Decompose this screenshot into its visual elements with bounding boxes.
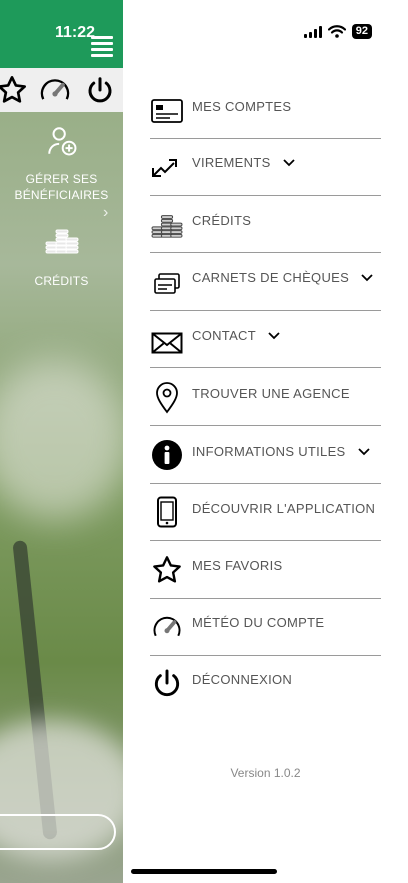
divider [150, 367, 381, 368]
menu-item-decouvrir-application[interactable]: DÉCOUVRIR L'APPLICATION [150, 484, 381, 541]
envelope-icon [150, 326, 184, 360]
app-version: Version 1.0.2 [230, 766, 301, 780]
chevron-down-icon[interactable] [268, 332, 280, 340]
cheques-icon [150, 267, 184, 301]
beneficiaries-shortcut[interactable]: GÉRER SES BÉNÉFICIAIRES [0, 124, 123, 203]
hamburger-menu-icon[interactable] [91, 36, 113, 60]
home-indicator[interactable] [131, 869, 277, 874]
menu-item-label: VIREMENTS [192, 155, 295, 170]
star-icon[interactable] [0, 74, 28, 106]
cellular-signal-icon [303, 25, 322, 38]
battery-indicator: 92 [351, 24, 372, 39]
menu-item-carnets-de-cheques[interactable]: CARNETS DE CHÈQUES [150, 254, 381, 311]
info-icon [150, 438, 184, 472]
phone-icon [150, 495, 184, 529]
chevron-down-icon[interactable] [361, 274, 373, 282]
menu-item-credits[interactable]: CRÉDITS [150, 196, 381, 253]
divider [150, 425, 381, 426]
menu-item-contact[interactable]: CONTACT [150, 311, 381, 368]
coins-icon [150, 208, 184, 242]
background-input-field[interactable] [0, 814, 116, 850]
power-icon[interactable] [85, 74, 115, 106]
menu-item-label: MÉTÉO DU COMPTE [192, 615, 325, 630]
chevron-down-icon[interactable] [282, 159, 295, 167]
beneficiaries-label: GÉRER SES BÉNÉFICIAIRES [14, 172, 109, 202]
chevron-right-icon: › [103, 204, 109, 221]
menu-item-virements[interactable]: VIREMENTS [150, 139, 381, 196]
location-pin-icon [150, 381, 184, 415]
menu-item-label: CRÉDITS [192, 213, 252, 228]
gauge-icon[interactable] [38, 74, 72, 106]
menu-item-informations-utiles[interactable]: INFORMATIONS UTILES [150, 427, 381, 484]
navigation-drawer: 92 MES COMPTES VIREMENTS CRÉDITS CARNETS… [123, 0, 408, 883]
menu-item-label: CARNETS DE CHÈQUES [192, 270, 373, 285]
gauge-icon [150, 610, 184, 644]
menu-item-mes-comptes[interactable]: MES COMPTES [150, 82, 381, 139]
menu-item-label: MES FAVORIS [192, 558, 283, 573]
credits-label: CRÉDITS [34, 274, 89, 288]
menu-item-label: DÉCONNEXION [192, 672, 293, 687]
star-icon [150, 553, 184, 587]
power-icon [150, 666, 184, 700]
status-bar-indicators: 92 [303, 24, 372, 39]
menu-item-label: DÉCOUVRIR L'APPLICATION [192, 501, 376, 516]
transfer-arrows-icon [150, 150, 184, 184]
divider [150, 252, 381, 253]
divider [150, 655, 381, 656]
card-icon [150, 94, 184, 128]
background-blur [0, 360, 123, 520]
wifi-icon [327, 25, 346, 38]
divider [150, 540, 381, 541]
background-app-panel: 11:22 GÉRER SES BÉNÉFICIAIRES › CRÉDITS [0, 0, 123, 883]
status-time: 11:22 [55, 24, 96, 41]
chevron-down-icon[interactable] [357, 448, 370, 456]
add-user-icon [47, 127, 76, 156]
menu-item-label: CONTACT [192, 328, 280, 343]
menu-item-deconnexion[interactable]: DÉCONNEXION [150, 657, 381, 714]
menu-item-label: MES COMPTES [192, 99, 292, 114]
menu-item-trouver-une-agence[interactable]: TROUVER UNE AGENCE [150, 369, 381, 426]
credits-shortcut[interactable]: CRÉDITS [0, 224, 123, 289]
shortcut-toolbar [0, 68, 123, 112]
menu-item-meteo-du-compte[interactable]: MÉTÉO DU COMPTE [150, 599, 381, 656]
menu-item-label: TROUVER UNE AGENCE [192, 386, 350, 401]
menu-item-label: INFORMATIONS UTILES [192, 444, 370, 459]
coins-icon [45, 229, 78, 254]
menu-item-mes-favoris[interactable]: MES FAVORIS [150, 542, 381, 599]
